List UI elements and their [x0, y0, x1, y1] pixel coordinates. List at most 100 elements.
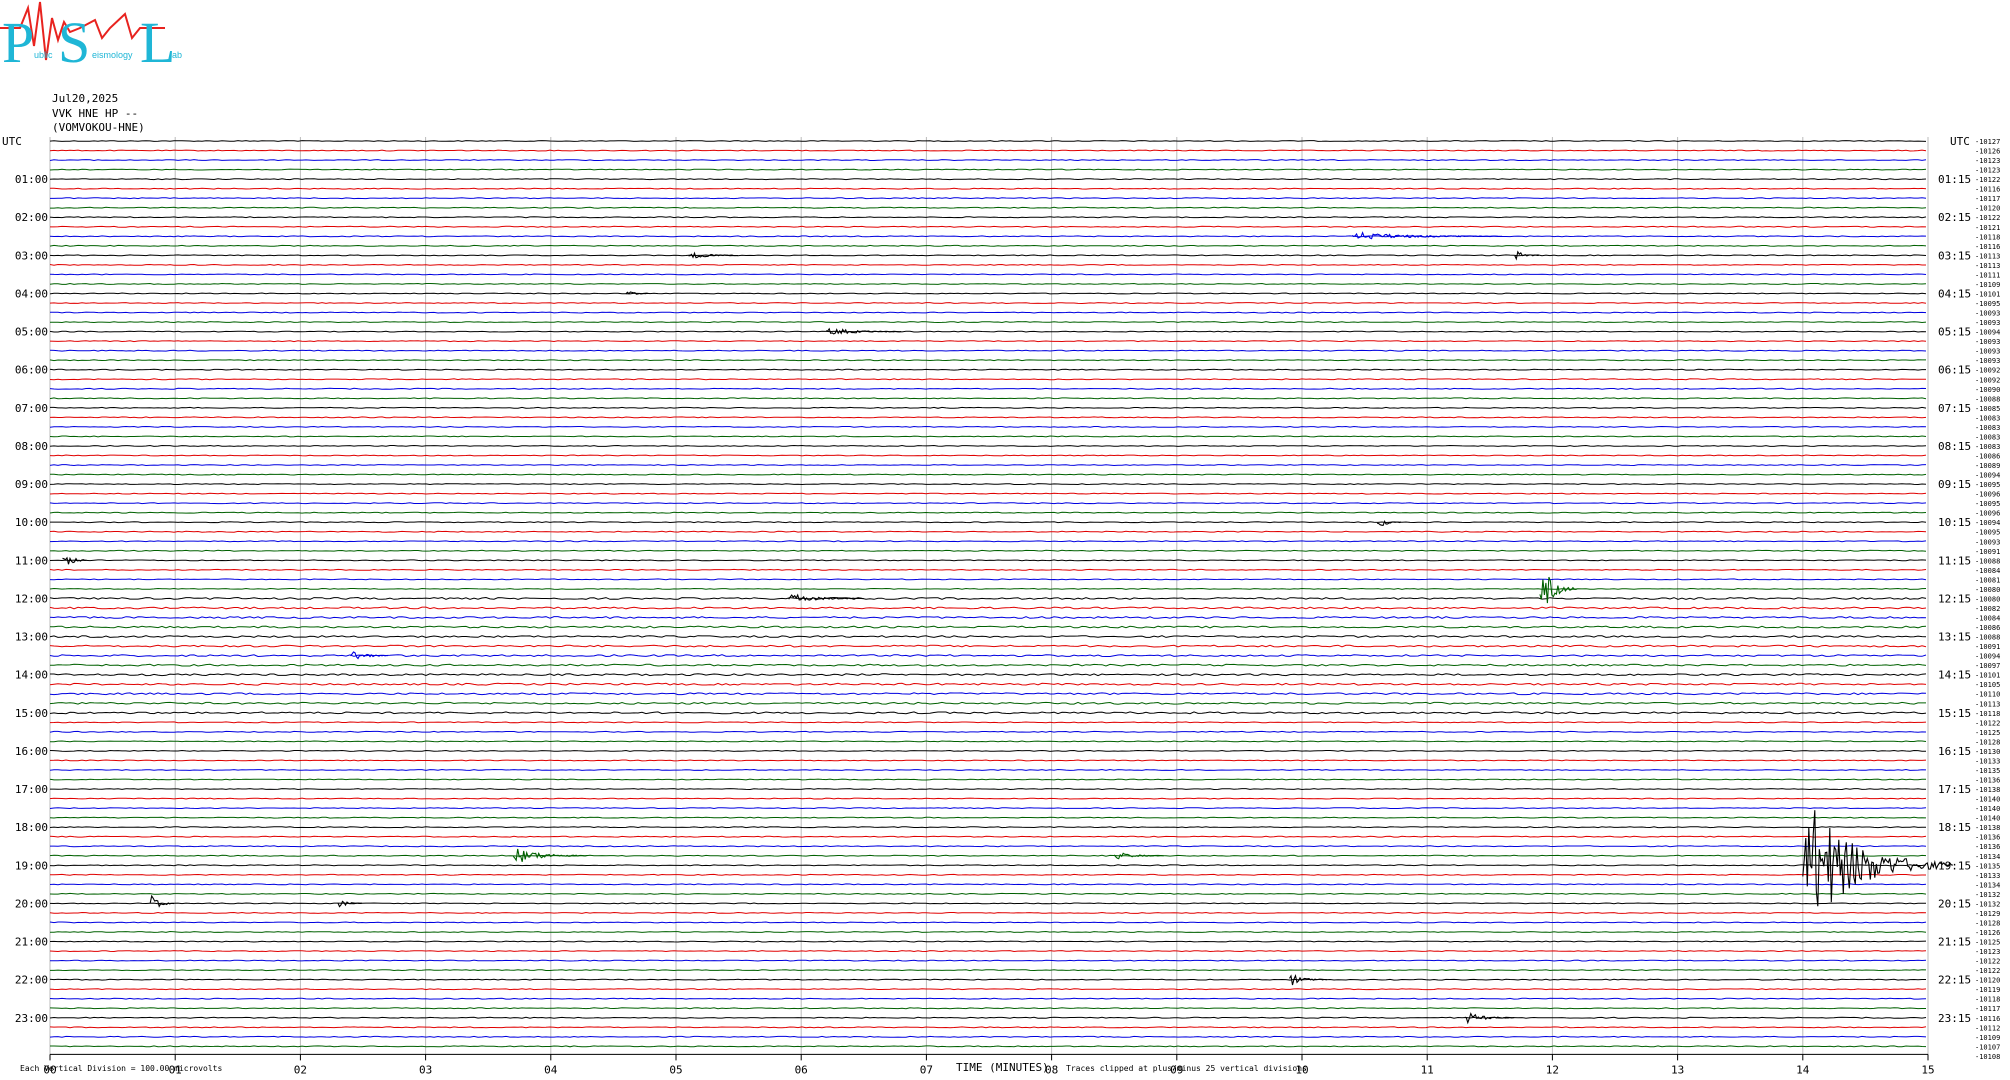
right-offset-label: -10118	[1975, 233, 2000, 241]
right-offset-label: -10085	[1975, 405, 2000, 413]
left-hour-label: 10:00	[15, 516, 48, 529]
right-offset-label: -10094	[1975, 472, 2000, 480]
right-offset-label: -10110	[1975, 691, 2000, 699]
trace-line	[49, 282, 1927, 285]
footer-division-note: Each Vertical Division = 100.00 microvol…	[20, 1064, 222, 1073]
right-offset-label: -10117	[1975, 1005, 2000, 1013]
x-tick-label: 07	[920, 1063, 933, 1076]
trace-line	[49, 416, 1927, 419]
right-hour-label: 16:15	[1938, 745, 1971, 758]
trace-line	[49, 1016, 1927, 1019]
right-offset-label: -10093	[1975, 348, 2000, 356]
right-offset-label: -10091	[1975, 643, 2000, 651]
left-axis-label: UTC	[2, 135, 22, 148]
event-burst	[62, 556, 87, 565]
right-offset-label: -10123	[1975, 167, 2000, 175]
right-hour-label: 19:15	[1938, 859, 1971, 872]
right-offset-label: -10083	[1975, 414, 2000, 422]
right-offset-label: -10133	[1975, 872, 2000, 880]
right-offset-label: -10088	[1975, 557, 2000, 565]
trace-line	[49, 625, 1927, 629]
left-hour-label: 07:00	[15, 402, 48, 415]
right-hour-label: 17:15	[1938, 783, 1971, 796]
trace-line	[49, 596, 1927, 600]
trace-line	[50, 673, 1927, 677]
trace-line	[49, 587, 1927, 590]
trace-line	[49, 178, 1927, 181]
x-tick-label: 05	[669, 1063, 682, 1076]
x-tick-label: 03	[419, 1063, 432, 1076]
trace-line	[49, 644, 1927, 648]
right-offset-label: -10126	[1975, 929, 2000, 937]
right-offset-label: -10095	[1975, 500, 2000, 508]
trace-line	[49, 292, 1927, 295]
trace-line	[49, 826, 1926, 829]
right-offset-label: -10095	[1975, 481, 2000, 489]
right-hour-label: 05:15	[1938, 326, 1971, 339]
left-hour-label: 06:00	[15, 364, 48, 377]
trace-line	[50, 959, 1927, 962]
right-offset-label: -10092	[1975, 367, 2000, 375]
right-offset-label: -10122	[1975, 958, 2000, 966]
right-offset-label: -10101	[1975, 672, 2000, 680]
x-tick-label: 15	[1921, 1063, 1934, 1076]
trace-line	[49, 273, 1927, 276]
right-offset-label: -10133	[1975, 757, 2000, 765]
trace-line	[49, 149, 1927, 152]
trace-line	[49, 768, 1927, 771]
trace-line	[49, 540, 1927, 543]
right-offset-label: -10096	[1975, 491, 2000, 499]
right-offset-label: -10138	[1975, 824, 2000, 832]
trace-line	[49, 340, 1927, 343]
trace-line	[49, 330, 1927, 333]
right-offset-label: -10081	[1975, 576, 2000, 584]
trace-line	[49, 663, 1927, 667]
trace-line	[49, 635, 1927, 639]
right-offset-label: -10095	[1975, 529, 2000, 537]
trace-line	[49, 140, 1927, 142]
trace-line	[49, 435, 1927, 438]
trace-line	[49, 444, 1927, 447]
trace-line	[49, 549, 1927, 552]
trace-line	[49, 654, 1927, 658]
right-offset-label: -10120	[1975, 205, 2000, 213]
right-offset-label: -10093	[1975, 357, 2000, 365]
trace-line	[49, 950, 1927, 953]
right-offset-label: -10093	[1975, 310, 2000, 318]
right-offset-label: -10130	[1975, 748, 2000, 756]
trace-line	[49, 835, 1927, 838]
right-hour-label: 14:15	[1938, 669, 1971, 682]
trace-line	[49, 311, 1927, 314]
x-tick-label: 12	[1546, 1063, 1559, 1076]
trace-line	[49, 988, 1927, 991]
trace-line	[49, 730, 1927, 733]
x-tick-label: 02	[294, 1063, 307, 1076]
right-offset-label: -10097	[1975, 662, 2000, 670]
trace-line	[49, 378, 1926, 381]
x-tick-label: 13	[1671, 1063, 1684, 1076]
trace-line	[49, 511, 1927, 514]
right-offset-label: -10116	[1975, 1015, 2000, 1023]
trace-line	[49, 359, 1926, 362]
right-offset-label: -10082	[1975, 605, 2000, 613]
right-hour-label: 18:15	[1938, 821, 1971, 834]
trace-line	[49, 387, 1927, 390]
right-offset-label: -10113	[1975, 700, 2000, 708]
right-offset-label: -10084	[1975, 567, 2000, 575]
right-offset-label: -10140	[1975, 805, 2000, 813]
right-offset-label: -10128	[1975, 919, 2000, 927]
trace-line	[49, 254, 1927, 257]
right-offset-label: -10093	[1975, 319, 2000, 327]
right-hour-label: 15:15	[1938, 707, 1971, 720]
right-offset-label: -10111	[1975, 271, 2000, 279]
trace-line	[49, 616, 1927, 619]
right-offset-label: -10140	[1975, 815, 2000, 823]
right-offset-label: -10094	[1975, 329, 2000, 337]
trace-line	[49, 1007, 1926, 1010]
right-offset-label: -10101	[1975, 290, 2000, 298]
right-hour-label: 20:15	[1938, 897, 1971, 910]
trace-line	[49, 701, 1926, 705]
right-offset-label: -10090	[1975, 386, 2000, 394]
right-hour-label: 13:15	[1938, 631, 1971, 644]
right-hour-label: 10:15	[1938, 516, 1971, 529]
